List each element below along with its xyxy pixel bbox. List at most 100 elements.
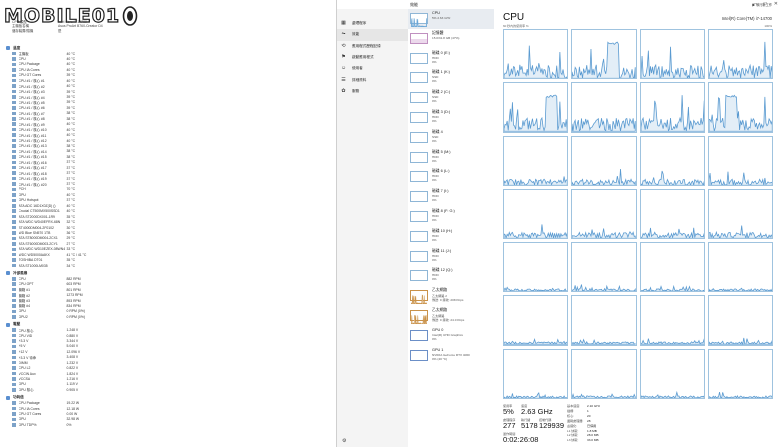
sensor-label: DIMM xyxy=(18,360,28,365)
nav-item-6[interactable]: ✿ 服務 xyxy=(337,86,408,97)
perf-item-sub2: 0% xyxy=(432,138,437,143)
nav-item-2[interactable]: ⟲ 應用程式歷程記錄 xyxy=(337,41,408,52)
perf-item-disk[interactable]: 磁碟 8 (F: G:) HDD 0% xyxy=(408,207,494,227)
sensor-label: CPU #1 / 核心 #15 xyxy=(18,155,47,160)
sensor-value: 34 °C xyxy=(66,263,76,268)
perf-item-disk[interactable]: 磁碟 5 (M:) HDD 0% xyxy=(408,148,494,168)
perf-item-sub2: 0% xyxy=(432,198,437,203)
sensor-value: 801 RPM xyxy=(66,287,81,292)
logical-processor-graph xyxy=(503,295,569,346)
sensor-value: 40 °C xyxy=(66,51,76,56)
perf-thumbnail xyxy=(410,250,428,262)
logical-processor-graph xyxy=(503,82,569,133)
logical-processor-graph xyxy=(639,242,705,293)
logical-processor-graph xyxy=(639,135,705,186)
logical-processor-graphs[interactable] xyxy=(503,29,773,399)
sensor-value: 0% xyxy=(66,422,72,427)
system-info-row: 儲存裝置/隨機 是 xyxy=(12,29,103,33)
sensor-icon xyxy=(12,193,16,197)
sensor-icon xyxy=(12,366,16,370)
cpu-usage-trace xyxy=(504,176,568,185)
sensor-icon xyxy=(12,298,16,303)
sensor-value: 39 °C xyxy=(66,105,76,110)
settings-icon[interactable]: ⚙ xyxy=(342,438,346,444)
cpu-usage-trace xyxy=(708,338,772,345)
sensor-icon xyxy=(12,333,16,338)
perf-item-disk[interactable]: 磁碟 0 (E:) HDD 0% xyxy=(408,49,494,69)
logical-processor-graph xyxy=(707,29,773,80)
stat-value: 129939 xyxy=(539,421,565,430)
perf-item-gpu[interactable]: GPU 0 Intel(R) UHD Graphics 0% xyxy=(408,326,494,346)
nav-label: 處理程序 xyxy=(352,21,367,26)
cpu-usage-trace xyxy=(708,225,772,239)
sensor-label: 機箱 #2 xyxy=(18,293,31,298)
sensor-label: 主機板 xyxy=(18,52,29,56)
perf-item-disk[interactable]: 磁碟 11 (J:) HDD 0% xyxy=(408,247,494,267)
perf-item-disk[interactable]: 磁碟 2 (C:) SSD 0% xyxy=(408,88,494,108)
perf-item-sub2: 傳送: 0 接收: 208 Kbps xyxy=(432,298,464,303)
sensor-label: 機箱 #1 xyxy=(18,288,31,293)
sensor-label: CPU #1 / 核心 #8 xyxy=(18,117,45,122)
detail-title: CPU xyxy=(503,12,525,23)
sensor-label: ATA ST6000DM003-2CY1 xyxy=(18,241,58,246)
sensor-row[interactable]: GPU 核心 0.905 V xyxy=(6,387,326,392)
perf-item-disk[interactable]: 磁碟 12 (Q:) HDD 0% xyxy=(408,266,494,286)
sensor-label: CPU #1 / 核心 #11 xyxy=(18,133,47,138)
sensor-icon xyxy=(12,149,16,154)
cpu-usage-trace xyxy=(708,42,772,79)
cpu-usage-trace xyxy=(708,96,772,132)
perf-item-disk[interactable]: 磁碟 6 (L:) HDD 0% xyxy=(408,167,494,187)
nav-item-3[interactable]: ⚑ 啟動應用程式 xyxy=(337,52,408,63)
cpu-usage-trace xyxy=(708,171,772,185)
cpu-usage-trace xyxy=(640,171,704,185)
sensor-icon xyxy=(12,282,16,286)
nav-item-1[interactable]: ⏦ 效能 xyxy=(337,29,408,41)
sensor-label: VCCIN Aux xyxy=(18,371,36,376)
perf-item-mem[interactable]: 記憶體 15.0/31.8 GB (47%) xyxy=(408,29,494,49)
perf-item-net[interactable]: 乙太網路 乙太網路 2 傳送: 0 接收: 208 Kbps xyxy=(408,286,494,306)
cpu-usage-trace xyxy=(504,393,568,398)
nav-label: 啟動應用程式 xyxy=(352,55,374,60)
sensor-label: CPU #1 / 核心 #12 xyxy=(18,139,47,143)
sensor-row[interactable]: GPU TDP% 0% xyxy=(6,422,326,427)
logical-processor-graph xyxy=(503,242,569,293)
sensor-icon xyxy=(12,242,16,246)
sensor-icon xyxy=(12,401,16,405)
perf-item-net[interactable]: 乙太網路 乙太網路 傳送: 0 接收: 24.0 Kbps xyxy=(408,306,494,326)
sensor-icon xyxy=(12,220,16,224)
sensor-icon xyxy=(12,293,16,297)
nav-item-4[interactable]: ☺ 使用者 xyxy=(337,63,408,74)
sensor-value: 37 °C xyxy=(66,160,76,165)
sensor-label: CPU #1 / 核心 #10 xyxy=(18,128,47,133)
perf-item-disk[interactable]: 磁碟 10 (H:) HDD 0% xyxy=(408,227,494,247)
perf-item-disk[interactable]: 磁碟 3 (D:) HDD 0% xyxy=(408,108,494,128)
nav-item-0[interactable]: ▦ 處理程序 xyxy=(337,18,408,29)
section-title: 電壓 xyxy=(13,322,21,327)
nav-item-5[interactable]: ☰ 詳細資料 xyxy=(337,74,408,85)
sensor-value: 39 °C xyxy=(66,100,76,105)
system-info-value: 是 xyxy=(58,28,62,33)
sensor-icon xyxy=(12,127,16,132)
section-icon xyxy=(6,395,10,400)
sensor-label: GPU TDP% xyxy=(18,422,37,427)
perf-item-disk[interactable]: 磁碟 4 SSD 0% xyxy=(408,128,494,148)
perf-item-gpu[interactable]: GPU 1 NVIDIA GeForce RTX 4060 0% (40 °C) xyxy=(408,346,494,366)
sensor-value: 40 °C xyxy=(66,203,76,208)
sensor-list[interactable]: 溫度 主機板 40 °C CPU 40 °C CPU Package 40 °C CPU IA… xyxy=(6,43,326,428)
run-new-task-button[interactable]: ▶ 執行新工作 xyxy=(752,2,772,7)
nav-icon: ⚑ xyxy=(341,54,346,61)
sensor-value: 41 °C / 41 °C xyxy=(66,252,87,257)
sensor-value: 1273 RPM xyxy=(66,293,83,298)
stat-block: 運作時間 0:02:26:08 xyxy=(503,431,538,444)
perf-item-sub2: 0% xyxy=(432,99,437,104)
sensor-label: GPU Hotspot xyxy=(18,198,39,203)
sensor-row[interactable]: GPU2 0 RPM (0%) xyxy=(6,314,326,319)
perf-item-cpu[interactable]: CPU 5% 2.63 GHz xyxy=(408,9,494,29)
nav-icon: ☺ xyxy=(341,65,347,72)
sensor-icon xyxy=(12,236,16,241)
perf-item-disk[interactable]: 磁碟 1 (K:) SSD 0% xyxy=(408,68,494,88)
perf-item-sub2: 0% xyxy=(432,336,437,341)
perf-item-disk[interactable]: 磁碟 7 (I:) HDD 0% xyxy=(408,187,494,207)
sensor-row[interactable]: ATA ST1000LM035 34 °C xyxy=(6,263,326,268)
sensor-value: 37 °C xyxy=(66,176,76,181)
